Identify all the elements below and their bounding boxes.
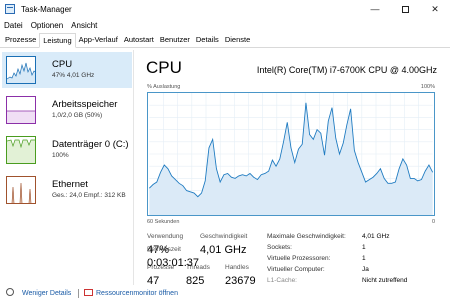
tab-bar: Prozesse Leistung App-Verlauf Autostart … <box>0 33 450 48</box>
resource-monitor-link[interactable]: Ressourcenmonitor öffnen <box>96 290 178 297</box>
disk-thumbnail <box>6 136 36 164</box>
sidebar-item-memory[interactable]: Arbeitsspeicher 1,0/2,0 GB (50%) <box>2 92 132 128</box>
menu-datei[interactable]: Datei <box>4 21 23 30</box>
resource-sidebar: CPU 47% 4,01 GHz Arbeitsspeicher 1,0/2,0… <box>0 50 134 285</box>
graph-y-min: 0 <box>431 219 435 225</box>
sidebar-item-disk[interactable]: Datenträger 0 (C:) 100% <box>2 132 132 168</box>
sidebar-item-ethernet[interactable]: Ethernet Ges.: 24,0 Empf.: 312 KB <box>2 172 132 208</box>
sidebar-memory-name: Arbeitsspeicher <box>52 99 118 110</box>
sidebar-disk-sub: 100% <box>52 152 69 159</box>
tab-leistung[interactable]: Leistung <box>39 33 76 48</box>
close-button[interactable]: ✕ <box>420 0 450 18</box>
virtual-processors-label: Virtuelle Prozessoren: <box>267 255 331 262</box>
menu-bar: Datei Optionen Ansicht <box>0 18 450 33</box>
tab-autostart[interactable]: Autostart <box>121 34 157 47</box>
minimize-button[interactable]: — <box>360 0 390 18</box>
window-title: Task-Manager <box>21 4 72 14</box>
handles-label: Handles <box>225 264 249 271</box>
virtual-machine-label: Virtueller Computer: <box>267 266 325 273</box>
sidebar-memory-sub: 1,0/2,0 GB (50%) <box>52 112 103 119</box>
usage-label: Verwendung <box>147 233 184 240</box>
panel-title: CPU <box>146 58 182 77</box>
sidebar-ethernet-name: Ethernet <box>52 179 88 190</box>
virtual-machine-value: Ja <box>362 266 369 273</box>
maximize-button[interactable] <box>390 0 420 18</box>
sidebar-cpu-name: CPU <box>52 59 73 70</box>
tab-details[interactable]: Details <box>193 34 222 47</box>
chevron-up-icon[interactable] <box>6 288 14 296</box>
l1-cache-value: Nicht zutreffend <box>362 277 408 284</box>
speed-value: 4,01 GHz <box>200 244 247 256</box>
maximize-icon <box>401 5 409 13</box>
graph-y-label: % Auslastung <box>147 84 181 90</box>
resource-monitor-icon <box>84 289 93 296</box>
virtual-processors-value: 1 <box>362 255 366 262</box>
sidebar-item-cpu[interactable]: CPU 47% 4,01 GHz <box>2 52 132 88</box>
footer-divider <box>78 289 79 298</box>
sidebar-cpu-sub: 47% 4,01 GHz <box>52 72 95 79</box>
ethernet-thumbnail <box>6 176 36 204</box>
memory-thumbnail <box>6 96 36 124</box>
footer-bar: Weniger Details Ressourcenmonitor öffnen <box>0 288 450 300</box>
tab-app-verlauf[interactable]: App-Verlauf <box>76 34 121 47</box>
processes-value: 47 <box>147 275 160 287</box>
cpu-model: Intel(R) Core(TM) i7-6700K CPU @ 4.00GHz <box>256 65 437 75</box>
speed-label: Geschwindigkeit <box>200 233 248 240</box>
tab-dienste[interactable]: Dienste <box>222 34 253 47</box>
cpu-panel: CPU Intel(R) Core(TM) i7-6700K CPU @ 4.0… <box>140 50 445 287</box>
graph-y-max: 100% <box>420 84 435 90</box>
uptime-value: 0:03:01:37 <box>147 257 199 269</box>
max-speed-value: 4,01 GHz <box>362 233 390 240</box>
handles-value: 23679 <box>225 275 256 287</box>
title-bar: Task-Manager — ✕ <box>0 0 450 18</box>
menu-optionen[interactable]: Optionen <box>31 21 63 30</box>
menu-ansicht[interactable]: Ansicht <box>71 21 97 30</box>
cpu-usage-graph <box>147 92 435 216</box>
less-details-link[interactable]: Weniger Details <box>22 290 71 297</box>
uptime-label: Betriebszeit <box>147 246 181 253</box>
tab-prozesse[interactable]: Prozesse <box>2 34 39 47</box>
sockets-value: 1 <box>362 244 366 251</box>
sidebar-ethernet-sub: Ges.: 24,0 Empf.: 312 KB <box>52 192 126 199</box>
task-manager-icon <box>5 4 15 14</box>
cpu-thumbnail <box>6 56 36 84</box>
max-speed-label: Maximale Geschwindigkeit: <box>267 233 346 240</box>
sockets-label: Sockets: <box>267 244 292 251</box>
graph-x-label: 60 Sekunden <box>147 219 180 225</box>
tab-benutzer[interactable]: Benutzer <box>157 34 193 47</box>
l1-cache-label: L1-Cache: <box>267 277 297 284</box>
threads-value: 825 <box>186 275 205 287</box>
sidebar-disk-name: Datenträger 0 (C:) <box>52 139 129 150</box>
